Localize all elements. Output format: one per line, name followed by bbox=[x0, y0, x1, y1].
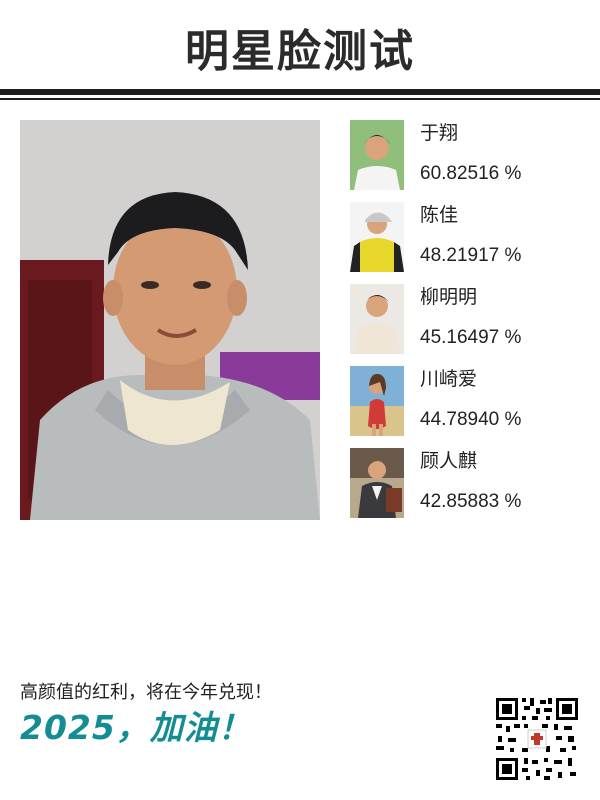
similarity-score: 44.78940 % bbox=[420, 409, 522, 430]
celebrity-thumbnail bbox=[350, 366, 404, 436]
qr-code-icon[interactable] bbox=[494, 696, 580, 782]
celebrity-name: 于翔 bbox=[420, 123, 459, 144]
similarity-score: 42.85883 % bbox=[420, 491, 522, 512]
tagline-text: 高颜值的红利，将在今年兑现！ bbox=[20, 682, 272, 702]
celebrity-thumbnail bbox=[350, 202, 404, 272]
celebrity-name: 顾人麒 bbox=[420, 451, 478, 472]
list-item: 陈佳 48.21917 % bbox=[350, 202, 580, 272]
header-divider-thick bbox=[0, 89, 600, 95]
celebrity-name: 柳明明 bbox=[420, 287, 478, 308]
header-divider-thin bbox=[0, 98, 600, 100]
similarity-score: 48.21917 % bbox=[420, 245, 522, 266]
similarity-score: 60.82516 % bbox=[420, 163, 522, 184]
celebrity-name: 陈佳 bbox=[420, 205, 459, 226]
user-photo bbox=[20, 120, 320, 520]
celebrity-thumbnail bbox=[350, 284, 404, 354]
celebrity-name: 川崎爱 bbox=[420, 369, 478, 390]
list-item: 柳明明 45.16497 % bbox=[350, 284, 580, 354]
similarity-score: 45.16497 % bbox=[420, 327, 522, 348]
celebrity-thumbnail bbox=[350, 448, 404, 518]
list-item: 于翔 60.82516 % bbox=[350, 120, 580, 190]
cheer-text: 2025，加油！ bbox=[20, 708, 252, 747]
celebrity-thumbnail bbox=[350, 120, 404, 190]
page-title: 明星脸测试 bbox=[185, 26, 415, 77]
list-item: 顾人麒 42.85883 % bbox=[350, 448, 580, 518]
list-item: 川崎爱 44.78940 % bbox=[350, 366, 580, 436]
